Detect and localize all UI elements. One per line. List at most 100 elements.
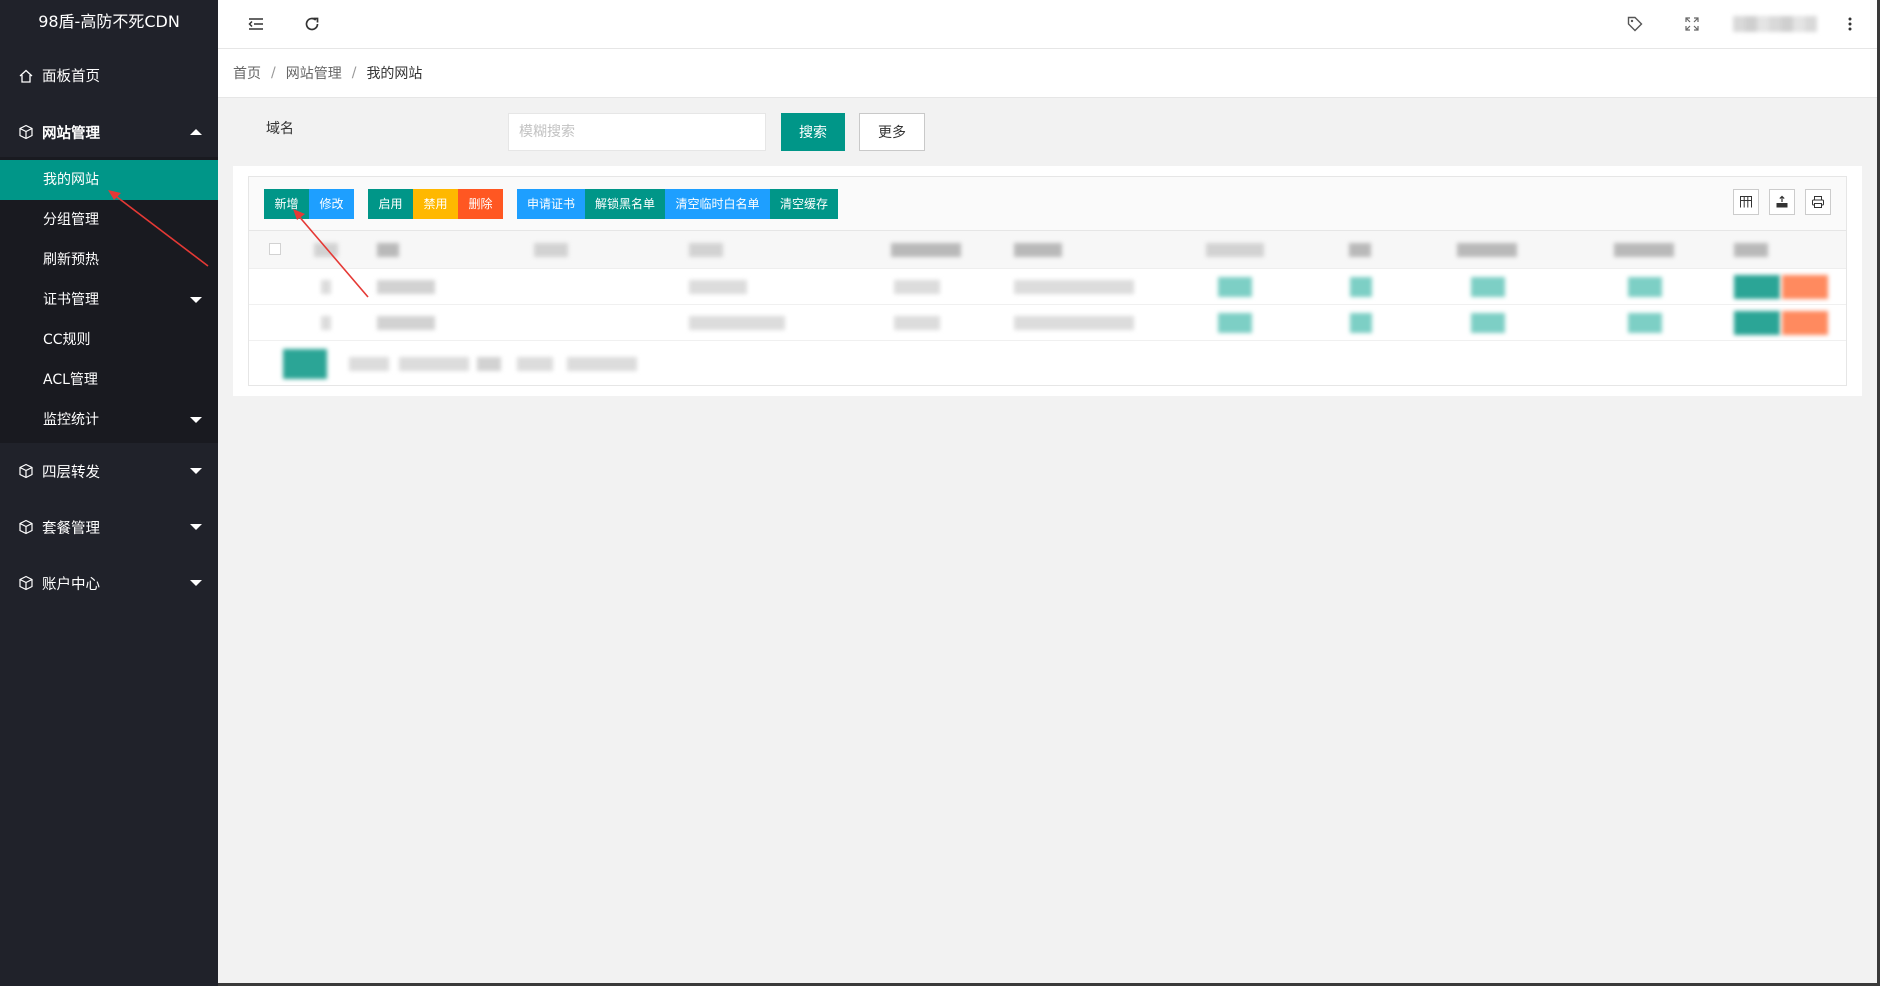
apply-cert-button[interactable]: 申请证书 <box>517 189 585 219</box>
redacted-cell <box>534 243 568 257</box>
chevron-down-icon <box>190 524 202 530</box>
sidebar-item-label: 面板首页 <box>42 69 100 85</box>
cube-icon <box>18 124 34 140</box>
redacted-cell <box>1206 243 1264 257</box>
select-all-checkbox[interactable] <box>269 243 281 255</box>
breadcrumb: 首页 / 网站管理 / 我的网站 <box>218 49 1877 98</box>
search-button[interactable]: 搜索 <box>781 113 845 151</box>
domain-search-input[interactable] <box>508 113 766 151</box>
redacted-cell <box>314 243 338 257</box>
redacted-action-button[interactable] <box>1782 311 1828 335</box>
breadcrumb-separator: / <box>271 65 276 81</box>
redacted-action-button[interactable] <box>1734 311 1780 335</box>
redacted-badge <box>1218 313 1252 333</box>
chevron-down-icon <box>190 417 202 423</box>
redacted-badge <box>1471 313 1505 333</box>
redacted-action-button[interactable] <box>1782 275 1828 299</box>
redacted-badge <box>1218 277 1252 297</box>
sidebar-item-account[interactable]: 账户中心 <box>0 555 218 611</box>
redacted-cell <box>377 280 435 294</box>
redacted-cell <box>1014 316 1134 330</box>
redacted-pager-item[interactable] <box>517 357 553 371</box>
sidebar-item-label: 证书管理 <box>43 292 99 308</box>
sidebar-item-refresh-prefetch[interactable]: 刷新预热 <box>0 240 218 280</box>
columns-icon[interactable] <box>1733 189 1759 215</box>
sidebar: 98盾-高防不死CDN 面板首页 网站管理 我的网站 分组管理 刷新预热 证书管… <box>0 0 218 986</box>
redacted-cell <box>894 280 940 294</box>
sidebar-item-label: 四层转发 <box>42 464 100 481</box>
redacted-cell <box>321 316 331 330</box>
redacted-action-button[interactable] <box>1734 275 1780 299</box>
sidebar-item-label: 我的网站 <box>43 172 99 188</box>
redacted-cell <box>1014 243 1062 257</box>
table-header-row <box>249 231 1846 269</box>
breadcrumb-home[interactable]: 首页 <box>233 63 261 83</box>
redacted-cell <box>689 243 723 257</box>
redacted-pager-item[interactable] <box>399 357 469 371</box>
delete-button[interactable]: 删除 <box>458 189 503 219</box>
redacted-cell <box>1014 280 1134 294</box>
breadcrumb-site-management[interactable]: 网站管理 <box>286 63 342 83</box>
redacted-cell <box>1734 243 1768 257</box>
add-button[interactable]: 新增 <box>264 189 309 219</box>
table-row[interactable] <box>249 269 1846 305</box>
clear-cache-button[interactable]: 清空缓存 <box>770 189 838 219</box>
refresh-icon[interactable] <box>300 12 324 36</box>
sidebar-item-l4-forward[interactable]: 四层转发 <box>0 443 218 499</box>
chevron-down-icon <box>190 297 202 303</box>
enable-button[interactable]: 启用 <box>368 189 413 219</box>
print-icon[interactable] <box>1805 189 1831 215</box>
sidebar-item-label: 账户中心 <box>42 576 100 593</box>
sidebar-item-label: 刷新预热 <box>43 252 99 268</box>
table-toolbar: 新增 修改 启用 禁用 删除 申请证书 解锁黑名单 清空临时白名单 清空缓存 <box>249 177 1846 231</box>
redacted-cell <box>1349 243 1371 257</box>
more-filters-button[interactable]: 更多 <box>859 113 925 151</box>
sidebar-item-label: 监控统计 <box>43 412 99 428</box>
sidebar-item-plans[interactable]: 套餐管理 <box>0 499 218 555</box>
redacted-cell <box>321 280 331 294</box>
redacted-badge <box>1628 313 1662 333</box>
breadcrumb-separator: / <box>351 65 357 81</box>
more-vertical-icon[interactable] <box>1838 12 1862 36</box>
redacted-pager-item[interactable] <box>567 357 637 371</box>
menu-fold-icon[interactable] <box>244 12 268 36</box>
table-row[interactable] <box>249 305 1846 341</box>
redacted-badge <box>1628 277 1662 297</box>
redacted-cell <box>1457 243 1517 257</box>
sidebar-item-groups[interactable]: 分组管理 <box>0 200 218 240</box>
edit-button[interactable]: 修改 <box>309 189 354 219</box>
cube-icon <box>18 575 34 591</box>
disable-button[interactable]: 禁用 <box>413 189 458 219</box>
tag-icon[interactable] <box>1623 12 1647 36</box>
top-header <box>218 0 1877 49</box>
clear-temp-whitelist-button[interactable]: 清空临时白名单 <box>665 189 770 219</box>
sidebar-item-monitoring[interactable]: 监控统计 <box>0 400 218 440</box>
redacted-cell <box>377 243 399 257</box>
app-logo: 98盾-高防不死CDN <box>0 0 218 44</box>
chevron-down-icon <box>190 468 202 474</box>
sidebar-item-label: ACL管理 <box>43 372 98 388</box>
cube-icon <box>18 463 34 479</box>
fullscreen-icon[interactable] <box>1680 12 1704 36</box>
sidebar-item-label: 网站管理 <box>42 125 100 142</box>
redacted-badge <box>1350 313 1372 333</box>
user-name-redacted[interactable] <box>1733 16 1817 32</box>
table-pagination <box>249 341 1846 385</box>
sidebar-item-label: 分组管理 <box>43 212 99 228</box>
sidebar-item-my-sites[interactable]: 我的网站 <box>0 160 218 200</box>
search-form: 域名 搜索 更多 <box>218 98 1877 164</box>
sidebar-item-label: 套餐管理 <box>42 520 100 537</box>
unlock-blacklist-button[interactable]: 解锁黑名单 <box>585 189 665 219</box>
sidebar-item-dashboard[interactable]: 面板首页 <box>0 44 218 107</box>
sidebar-item-site-management[interactable]: 网站管理 <box>0 107 218 157</box>
redacted-pager-item[interactable] <box>477 357 501 371</box>
sidebar-item-acl[interactable]: ACL管理 <box>0 360 218 400</box>
redacted-pager-item[interactable] <box>349 357 389 371</box>
cube-icon <box>18 519 34 535</box>
sidebar-item-cc-rules[interactable]: CC规则 <box>0 320 218 360</box>
redacted-current-page[interactable] <box>283 349 327 379</box>
sidebar-item-certificates[interactable]: 证书管理 <box>0 280 218 320</box>
redacted-badge <box>1350 277 1372 297</box>
export-icon[interactable] <box>1769 189 1795 215</box>
redacted-cell <box>891 243 961 257</box>
